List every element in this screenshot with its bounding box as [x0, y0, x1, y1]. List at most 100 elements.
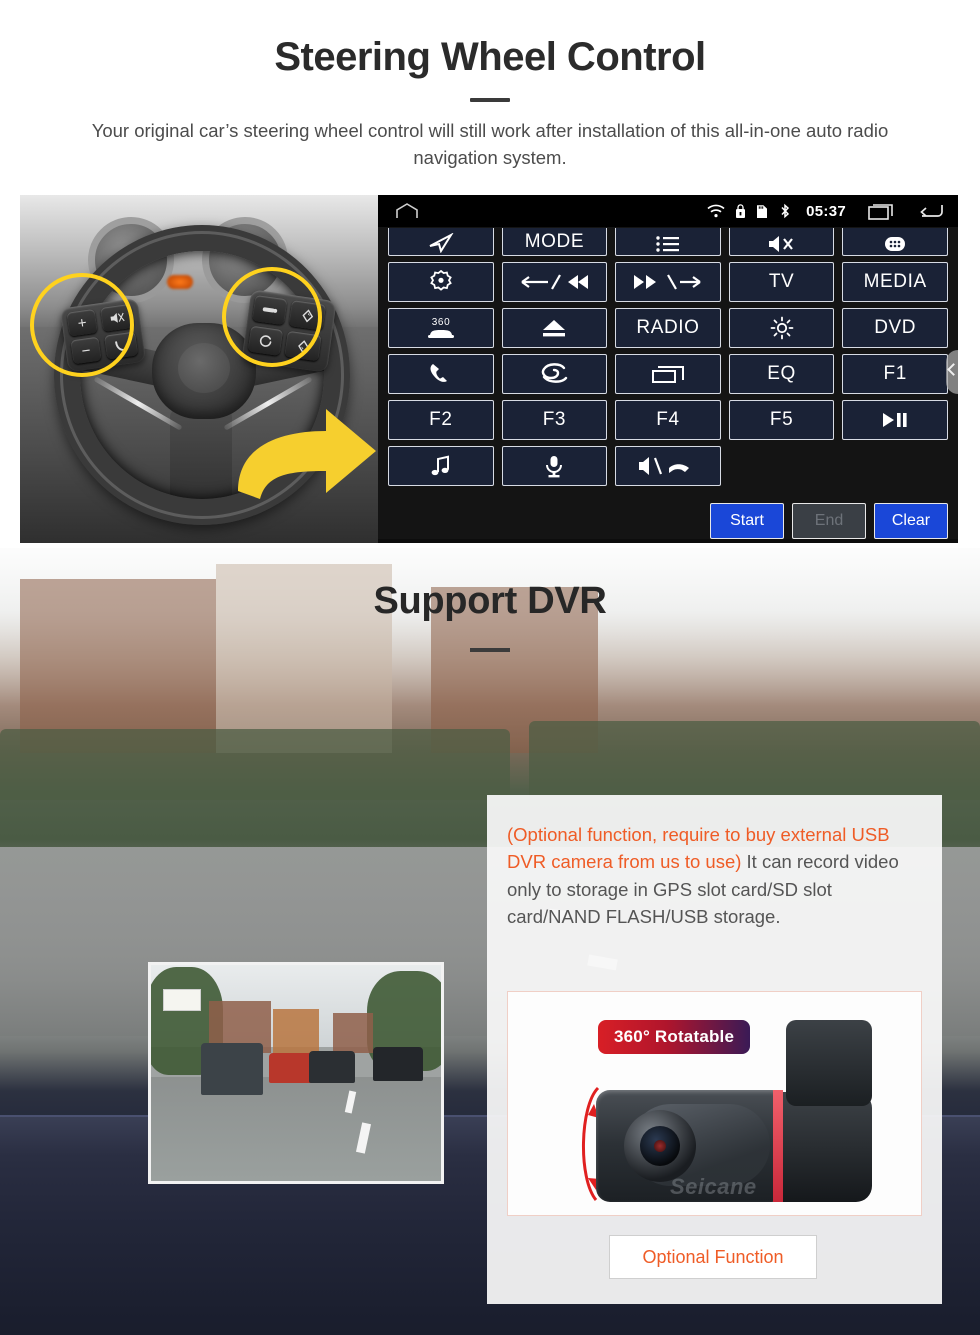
speaker-call-button[interactable] — [615, 446, 721, 486]
phone-icon — [430, 364, 447, 382]
phone-button[interactable] — [388, 354, 494, 394]
dashcam-video-preview — [148, 962, 444, 1184]
recents-icon[interactable] — [868, 202, 896, 220]
camera-red-ring — [773, 1090, 783, 1202]
play-pause-icon — [883, 413, 907, 427]
dvr-section-title: Support DVR — [373, 580, 607, 622]
lock-icon — [735, 203, 746, 219]
section-subtitle: Your original car’s steering wheel contr… — [91, 120, 889, 168]
dvr-title-divider — [470, 648, 510, 652]
button-row: TV MEDIA — [388, 262, 948, 302]
target-button[interactable] — [388, 262, 494, 302]
brightness-button[interactable] — [728, 308, 835, 348]
apps-button[interactable] — [842, 228, 948, 256]
tv-button[interactable]: TV — [728, 262, 835, 302]
f3-button[interactable]: F3 — [501, 400, 608, 440]
360-camera-icon: 360 — [427, 317, 454, 338]
learning-action-bar: Start End Clear — [378, 499, 958, 539]
preview-house-b — [273, 1009, 319, 1055]
product-feature-page: Steering Wheel Control Your original car… — [0, 0, 980, 1335]
svg-text:360: 360 — [432, 317, 451, 328]
dvd-button[interactable]: DVD — [842, 308, 948, 348]
target-icon — [429, 270, 452, 291]
title-divider — [470, 98, 510, 102]
camera-mount — [780, 1092, 872, 1202]
microphone-button[interactable] — [501, 446, 608, 486]
f4-button[interactable]: F4 — [615, 400, 721, 440]
android-status-bar: 05:37 — [378, 195, 958, 227]
music-button[interactable] — [388, 446, 494, 486]
start-button[interactable]: Start — [710, 503, 784, 539]
f5-button[interactable]: F5 — [728, 400, 835, 440]
optional-function-button[interactable]: Optional Function — [609, 1235, 817, 1279]
steering-wheel-learning-grid: MODE TV MEDIA 360 RADIO DVD EQ F1 F2 F3 … — [378, 227, 958, 499]
next-track-button[interactable] — [615, 262, 721, 302]
swirl-icon — [542, 363, 568, 383]
preview-vehicle-dark — [309, 1051, 355, 1083]
steering-wheel-photo: + − — [20, 195, 378, 543]
bluetooth-icon — [778, 203, 792, 219]
steering-wheel-section-header: Steering Wheel Control Your original car… — [0, 0, 980, 190]
navigation-arrow-icon — [429, 233, 454, 253]
media-button[interactable]: MEDIA — [842, 262, 948, 302]
page-title: Steering Wheel Control — [274, 35, 706, 79]
f2-button[interactable]: F2 — [388, 400, 494, 440]
dvr-info-card: (Optional function, require to buy exter… — [487, 795, 942, 1304]
eject-icon — [543, 320, 566, 337]
camera-360-button[interactable]: 360 — [388, 308, 494, 348]
highlight-circle-right — [222, 267, 322, 367]
back-icon[interactable] — [918, 202, 944, 220]
prev-track-icon — [521, 274, 589, 290]
speaker-call-icon — [638, 457, 689, 475]
play-pause-button[interactable] — [842, 400, 948, 440]
pointer-arrow-icon — [238, 409, 376, 499]
camera-lens-center — [654, 1140, 666, 1152]
hedge-left — [0, 729, 510, 800]
mode-button[interactable]: MODE — [501, 228, 608, 256]
preview-house-c — [333, 1013, 373, 1053]
dvr-info-text: (Optional function, require to buy exter… — [487, 795, 942, 931]
screen-edge-handle[interactable] — [946, 350, 958, 394]
window-button[interactable] — [615, 354, 721, 394]
music-note-icon — [431, 455, 449, 476]
microphone-icon — [546, 456, 563, 478]
swirl-button[interactable] — [501, 354, 608, 394]
prev-track-button[interactable] — [501, 262, 608, 302]
rotatable-badge: 360° Rotatable — [598, 1020, 751, 1054]
end-button: End — [792, 503, 866, 539]
steering-wheel-media-band: + − 05:37 MODE TV MEDIA 360 RADIO DVD EQ… — [0, 195, 980, 545]
brightness-icon — [770, 316, 793, 340]
apps-icon — [885, 237, 906, 251]
button-row — [388, 446, 948, 486]
radio-button[interactable]: RADIO — [615, 308, 721, 348]
next-track-icon — [633, 274, 701, 290]
eq-button[interactable]: EQ — [728, 354, 835, 394]
sd-card-icon — [756, 204, 768, 219]
preview-vehicle-suv — [201, 1043, 263, 1095]
preview-street-sign — [163, 989, 201, 1011]
button-row: F2 F3 F4 F5 — [388, 400, 948, 440]
f1-button[interactable]: F1 — [842, 354, 948, 394]
button-row: MODE — [388, 228, 948, 256]
brand-watermark: Seicane — [670, 1174, 757, 1199]
list-button[interactable] — [615, 228, 721, 256]
camera-clip — [786, 1020, 872, 1106]
airbag-cover — [178, 343, 230, 393]
dvr-camera-panel: 360° Rotatable Seicane — [507, 991, 922, 1216]
highlight-circle-left — [30, 273, 134, 377]
mute-button[interactable] — [728, 228, 835, 256]
mute-icon — [768, 236, 793, 252]
eject-button[interactable] — [501, 308, 608, 348]
window-icon — [651, 366, 684, 383]
button-row: EQ F1 — [388, 354, 948, 394]
clear-button[interactable]: Clear — [874, 503, 948, 539]
preview-vehicle-right — [373, 1047, 423, 1081]
head-unit-screen: 05:37 MODE TV MEDIA 360 RADIO DVD EQ F1 … — [378, 195, 958, 543]
button-row: 360 RADIO DVD — [388, 308, 948, 348]
nav-button[interactable] — [388, 228, 494, 256]
hedge-right — [529, 721, 980, 800]
home-icon[interactable] — [394, 202, 420, 220]
preview-road — [151, 1077, 441, 1181]
status-clock: 05:37 — [806, 202, 846, 220]
wifi-icon — [707, 204, 725, 218]
